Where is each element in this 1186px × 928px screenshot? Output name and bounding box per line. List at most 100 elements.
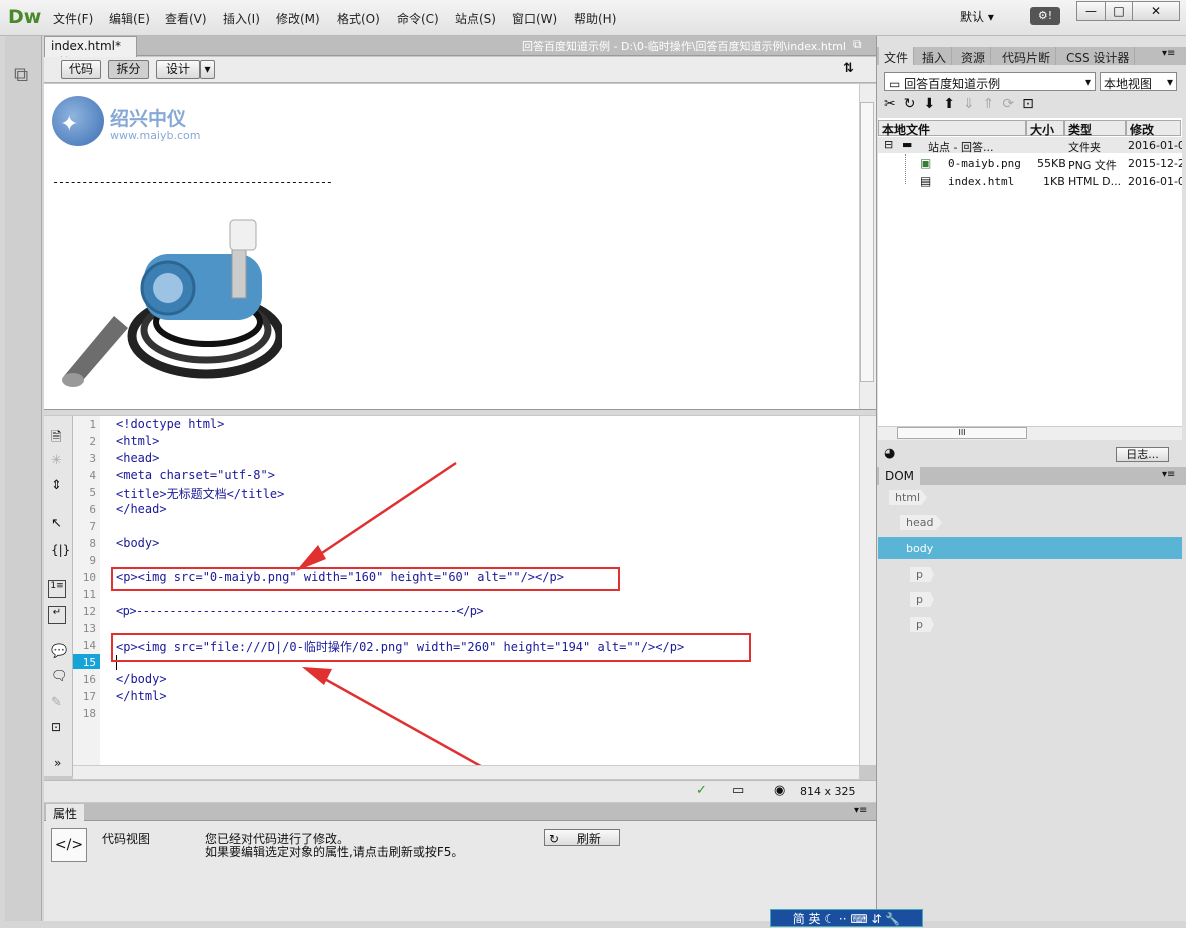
more-tools-icon[interactable]: »	[54, 756, 61, 770]
ime-toolbar[interactable]: 简 英 ☾ ·· ⌨ ⇵ 🔧	[770, 909, 923, 927]
line-number: 5	[89, 486, 96, 499]
restore-icon[interactable]: ⧉	[853, 37, 862, 52]
menu-file[interactable]: 文件(F)	[53, 10, 93, 27]
code-line: <title>无标题文档</title>	[116, 487, 285, 501]
design-scroll-thumb[interactable]	[860, 102, 874, 382]
comment-icon[interactable]: 💬	[51, 644, 67, 659]
tab-assets[interactable]: 资源	[956, 47, 992, 65]
code-line: </html>	[116, 689, 167, 703]
checkout-icon[interactable]: ⇓	[963, 96, 983, 112]
view-dropdown-button[interactable]: ▾	[200, 60, 215, 79]
dom-node-head[interactable]: head	[900, 515, 942, 530]
code-line: <head>	[116, 451, 160, 465]
split-divider[interactable]	[44, 409, 876, 415]
menu-view[interactable]: 查看(V)	[165, 10, 207, 27]
site-select[interactable]: ▭ 回答百度知道示例 ▾	[884, 72, 1096, 91]
code-scrollbar[interactable]	[859, 416, 876, 765]
format-source-icon[interactable]: ✎	[51, 695, 62, 710]
open-documents-icon[interactable]: 🗎	[51, 428, 61, 450]
workspace-preset[interactable]: 默认 ▾	[960, 8, 994, 25]
image-file-icon: ▣	[920, 156, 932, 170]
code-horizontal-scrollbar[interactable]	[73, 765, 859, 779]
balance-braces-icon[interactable]: {|}	[51, 543, 70, 557]
log-button[interactable]: 日志...	[1116, 447, 1169, 462]
put-icon[interactable]: ⬆	[943, 96, 963, 112]
tab-snippets[interactable]: 代码片断	[997, 47, 1057, 65]
select-parent-icon[interactable]: ↖	[51, 516, 62, 531]
panel-menu-icon[interactable]: ▾≡	[1162, 48, 1175, 59]
refresh-button[interactable]: ↻ 刷新	[544, 829, 620, 846]
dom-node-p[interactable]: p	[910, 617, 934, 632]
code-view-button[interactable]: 代码	[61, 60, 101, 79]
globe-icon[interactable]: ◉	[774, 783, 785, 798]
col-local-files[interactable]: 本地文件	[878, 120, 1026, 137]
minimize-button[interactable]: —	[1076, 1, 1106, 21]
site-select-value: 回答百度知道示例	[904, 77, 1001, 91]
line-number: 11	[82, 588, 96, 601]
code-line: <body>	[116, 536, 160, 550]
checkin-icon[interactable]: ⇑	[983, 96, 1003, 112]
col-modified[interactable]: 修改	[1126, 120, 1181, 137]
chevron-down-icon: ▾	[987, 10, 994, 24]
expand-icon[interactable]: ⇕	[51, 478, 62, 493]
maximize-button[interactable]: □	[1105, 1, 1133, 21]
word-wrap-icon[interactable]: ↵	[48, 606, 66, 624]
file-type: PNG 文件	[1068, 159, 1117, 172]
tab-css-designer[interactable]: CSS 设计器	[1061, 47, 1136, 65]
menu-commands[interactable]: 命令(C)	[397, 10, 439, 27]
split-view-button[interactable]: 拆分	[108, 60, 149, 79]
view-select[interactable]: 本地视图 ▾	[1100, 72, 1177, 91]
refresh-files-icon[interactable]: ↻	[904, 96, 924, 112]
snippet-icon[interactable]: ⊡	[51, 720, 61, 734]
menu-edit[interactable]: 编辑(E)	[109, 10, 150, 27]
check-icon: ✓	[696, 783, 707, 798]
document-tab[interactable]: index.html* ×	[44, 36, 137, 67]
dom-node-html[interactable]: html	[889, 490, 927, 505]
file-tools: ✂↻⬇⬆⇓⇑⟳⊡	[884, 96, 1042, 112]
tab-insert[interactable]: 插入	[917, 47, 953, 65]
screen-size-icon[interactable]: ▭	[732, 783, 744, 798]
window-size[interactable]: 814 x 325	[800, 785, 856, 798]
col-size[interactable]: 大小	[1026, 120, 1064, 137]
file-name[interactable]: 0-maiyb.png	[948, 157, 1021, 170]
design-view-button[interactable]: 设计	[156, 60, 200, 79]
menu-site[interactable]: 站点(S)	[455, 10, 496, 27]
expand-panel-icon[interactable]: ⊡	[1022, 96, 1042, 112]
refresh-icon: ↻	[549, 832, 560, 846]
dom-node-p[interactable]: p	[910, 567, 934, 582]
col-type[interactable]: 类型	[1064, 120, 1126, 137]
sort-icon[interactable]: ⇅	[843, 61, 854, 76]
properties-header	[44, 803, 876, 821]
menu-modify[interactable]: 修改(M)	[276, 10, 320, 27]
site-status-icon[interactable]: ◕	[884, 446, 895, 461]
tab-files[interactable]: 文件	[879, 47, 915, 65]
close-window-button[interactable]: ✕	[1132, 1, 1180, 21]
get-icon[interactable]: ⬇	[923, 96, 943, 112]
dom-node-p[interactable]: p	[910, 592, 934, 607]
dom-node-body[interactable]: body	[900, 541, 942, 556]
panel-menu-icon[interactable]: ▾≡	[1162, 469, 1175, 480]
file-list-scroll-thumb[interactable]: III	[897, 427, 1027, 439]
menu-help[interactable]: 帮助(H)	[574, 10, 616, 27]
remove-comment-icon[interactable]: 🗨	[51, 669, 68, 684]
document-path: 回答百度知道示例 - D:\0-临时操作\回答百度知道示例\index.html	[522, 40, 846, 53]
connect-icon[interactable]: ✂	[884, 96, 904, 112]
panel-menu-icon[interactable]: ▾≡	[854, 805, 867, 816]
file-date: 2016-01-0	[1128, 175, 1182, 188]
properties-tab[interactable]: 属性	[46, 804, 85, 821]
code-tag-icon: </>	[51, 828, 87, 862]
file-name[interactable]: index.html	[948, 175, 1014, 188]
line-number: 16	[82, 673, 96, 686]
menu-insert[interactable]: 插入(I)	[223, 10, 260, 27]
layers-icon[interactable]: ⧉	[14, 62, 28, 86]
folder-icon: ▭	[889, 77, 901, 91]
code-line: </head>	[116, 502, 167, 516]
sync-settings-button[interactable]: ⚙!	[1030, 7, 1060, 25]
line-numbers-icon[interactable]: 1≡	[48, 580, 66, 598]
sync-icon[interactable]: ⟳	[1002, 96, 1022, 112]
menu-window[interactable]: 窗口(W)	[512, 10, 557, 27]
tree-toggle-icon[interactable]: ⊟	[884, 138, 893, 151]
menu-format[interactable]: 格式(O)	[337, 10, 380, 27]
collapse-icon[interactable]: ✳	[51, 453, 62, 468]
tab-dom[interactable]: DOM	[879, 467, 921, 485]
